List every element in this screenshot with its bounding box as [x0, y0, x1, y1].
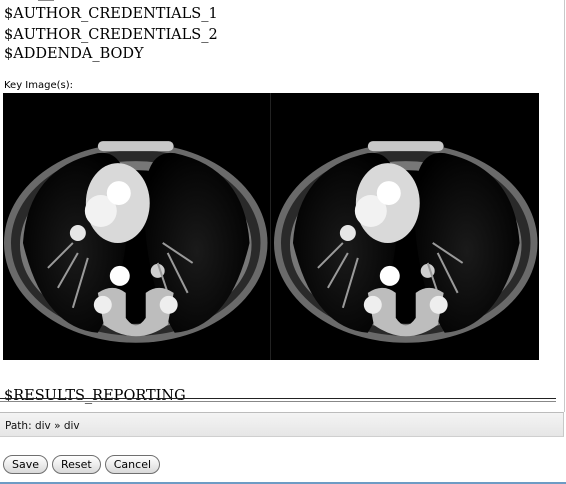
- addenda-body: $ADDENDA_BODY: [4, 46, 144, 62]
- rich-text-editor[interactable]: $AUTHOR_CREDENTIALS_1 $AUTHOR_CREDENTIAL…: [0, 0, 565, 412]
- reset-button[interactable]: Reset: [52, 455, 101, 474]
- divider: [38, 0, 54, 1]
- form-actions: Save Reset Cancel: [3, 455, 161, 474]
- ct-scan-image[interactable]: [3, 93, 271, 360]
- element-path: Path: div » div: [5, 420, 80, 432]
- author-credentials-2: $AUTHOR_CREDENTIALS_2: [4, 27, 218, 43]
- key-images: [3, 93, 539, 360]
- clipped-text: [4, 398, 554, 407]
- editor-statusbar: Path: div » div: [0, 412, 564, 437]
- ct-scan-image[interactable]: [272, 93, 540, 360]
- save-button[interactable]: Save: [3, 455, 49, 474]
- author-credentials-1: $AUTHOR_CREDENTIALS_1: [4, 6, 218, 22]
- cancel-button[interactable]: Cancel: [104, 455, 161, 474]
- key-images-caption: Key Image(s):: [4, 80, 74, 91]
